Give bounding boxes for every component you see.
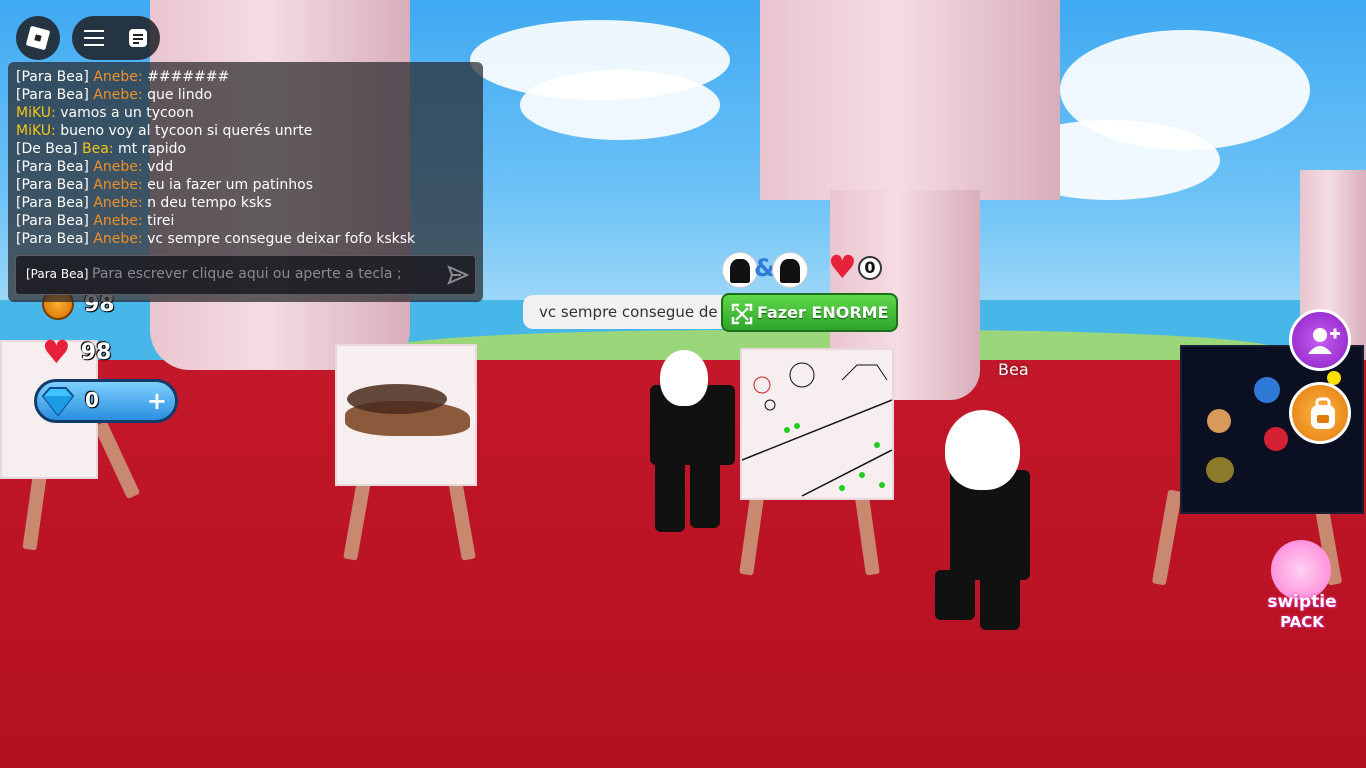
chat-message: [De Bea] Bea: mt rapido: [16, 140, 476, 158]
chat-message-text: tirei: [142, 213, 175, 229]
drawing-canvas: [335, 344, 477, 486]
chat-message-text: vdd: [142, 159, 174, 175]
chat-message-author[interactable]: Anebe:: [93, 159, 142, 175]
chat-placeholder: Para escrever clique aqui ou aperte a te…: [92, 266, 402, 282]
avatar-headshot: [722, 252, 758, 288]
drawing-canvas: [740, 348, 894, 500]
heart-icon: ♥: [828, 248, 857, 286]
chat-message-author[interactable]: Anebe:: [93, 69, 142, 85]
chat-message-author[interactable]: Anebe:: [93, 87, 142, 103]
speech-bubble: vc sempre consegue de: [523, 295, 753, 329]
chat-message-prefix: [Para Bea]: [16, 195, 94, 211]
chat-message-author[interactable]: MiKU:: [16, 123, 56, 139]
chat-window: [Para Bea] Anebe: ####### [Para Bea] Aneb…: [8, 62, 483, 302]
chat-message-prefix: [Para Bea]: [16, 231, 94, 247]
add-gems-button[interactable]: +: [147, 388, 167, 414]
send-icon[interactable]: [447, 264, 470, 286]
chat-message-prefix: [Para Bea]: [16, 213, 94, 229]
chat-message-text: bueno voy al tycoon si querés unrte: [55, 123, 313, 139]
diamond-icon: [41, 385, 75, 421]
chat-message: [Para Bea] Anebe: tirei: [16, 212, 476, 230]
speech-bubble-text: vc sempre consegue de: [539, 303, 718, 321]
hearts-stat: ♥ 98: [42, 336, 111, 368]
pair-header: &: [722, 252, 812, 288]
hamburger-icon[interactable]: [84, 28, 104, 48]
chat-message-prefix: [Para Bea]: [16, 69, 94, 85]
chat-message-prefix: [Para Bea]: [16, 159, 94, 175]
expand-icon: [731, 303, 753, 329]
chat-message: [Para Bea] Anebe: n deu tempo ksks: [16, 194, 476, 212]
chat-message-text: vc sempre consegue deixar fofo ksksk: [142, 231, 416, 247]
chat-message: [Para Bea] Anebe: vc sempre consegue dei…: [16, 230, 476, 248]
backpack-icon: [1308, 397, 1338, 435]
player-nametag: Bea: [998, 360, 1029, 379]
chat-message-author[interactable]: Anebe:: [93, 195, 142, 211]
chat-message-text: n deu tempo ksks: [142, 195, 272, 211]
chat-message-text: #######: [142, 69, 230, 85]
like-count: 0: [858, 256, 882, 280]
chat-message-text: eu ia fazer um patinhos: [142, 177, 314, 193]
chat-message-text: que lindo: [142, 87, 213, 103]
make-huge-label: Fazer ENORME: [757, 303, 889, 322]
gems-bar: 0 +: [34, 379, 178, 423]
add-friend-button[interactable]: [1289, 309, 1351, 371]
chat-message: [Para Bea] Anebe: que lindo: [16, 86, 476, 104]
heart-icon: ♥: [42, 333, 71, 371]
chat-message: [Para Bea] Anebe: vdd: [16, 158, 476, 176]
chat-message-author[interactable]: Anebe:: [93, 177, 142, 193]
make-huge-button[interactable]: Fazer ENORME: [721, 293, 898, 332]
roblox-logo-icon: [25, 25, 51, 51]
pack-label-top: swiptie: [1267, 592, 1337, 612]
chat-target-tag: [Para Bea]: [26, 267, 89, 281]
chat-message-text: mt rapido: [113, 141, 187, 157]
chat-message-author[interactable]: MiKU:: [16, 105, 56, 121]
chat-message-author[interactable]: Bea:: [82, 141, 114, 157]
pillar: [760, 0, 1060, 200]
pack-icon: [1271, 540, 1331, 600]
swiptie-pack-button[interactable]: swiptie PACK: [1256, 540, 1346, 636]
gems-value: 0: [85, 388, 99, 412]
add-friend-icon: [1306, 324, 1340, 362]
pack-label-bottom: PACK: [1280, 613, 1324, 631]
chat-icon[interactable]: [128, 28, 148, 48]
chat-message: [Para Bea] Anebe: eu ia fazer um patinho…: [16, 176, 476, 194]
chat-message: MiKU: bueno voy al tycoon si querés unrt…: [16, 122, 476, 140]
chat-message-prefix: [Para Bea]: [16, 87, 94, 103]
chat-message: MiKU: vamos a un tycoon: [16, 104, 476, 122]
backpack-button[interactable]: [1289, 382, 1351, 444]
avatar-headshot: [772, 252, 808, 288]
cloud: [520, 70, 720, 140]
hearts-value: 98: [80, 339, 112, 365]
chat-message-author[interactable]: Anebe:: [93, 231, 142, 247]
chat-messages: [Para Bea] Anebe: ####### [Para Bea] Aneb…: [16, 68, 476, 248]
chat-message-author[interactable]: Anebe:: [93, 213, 142, 229]
chat-message-prefix: [Para Bea]: [16, 177, 94, 193]
top-menu-group: [72, 16, 160, 60]
roblox-menu-button[interactable]: [16, 16, 60, 60]
chat-message: [Para Bea] Anebe: #######: [16, 68, 476, 86]
chat-message-text: vamos a un tycoon: [55, 105, 194, 121]
chat-input-field[interactable]: [Para Bea] Para escrever clique aqui ou …: [15, 255, 476, 295]
like-counter: ♥ 0: [826, 248, 890, 286]
chat-message-prefix: [De Bea]: [16, 141, 83, 157]
